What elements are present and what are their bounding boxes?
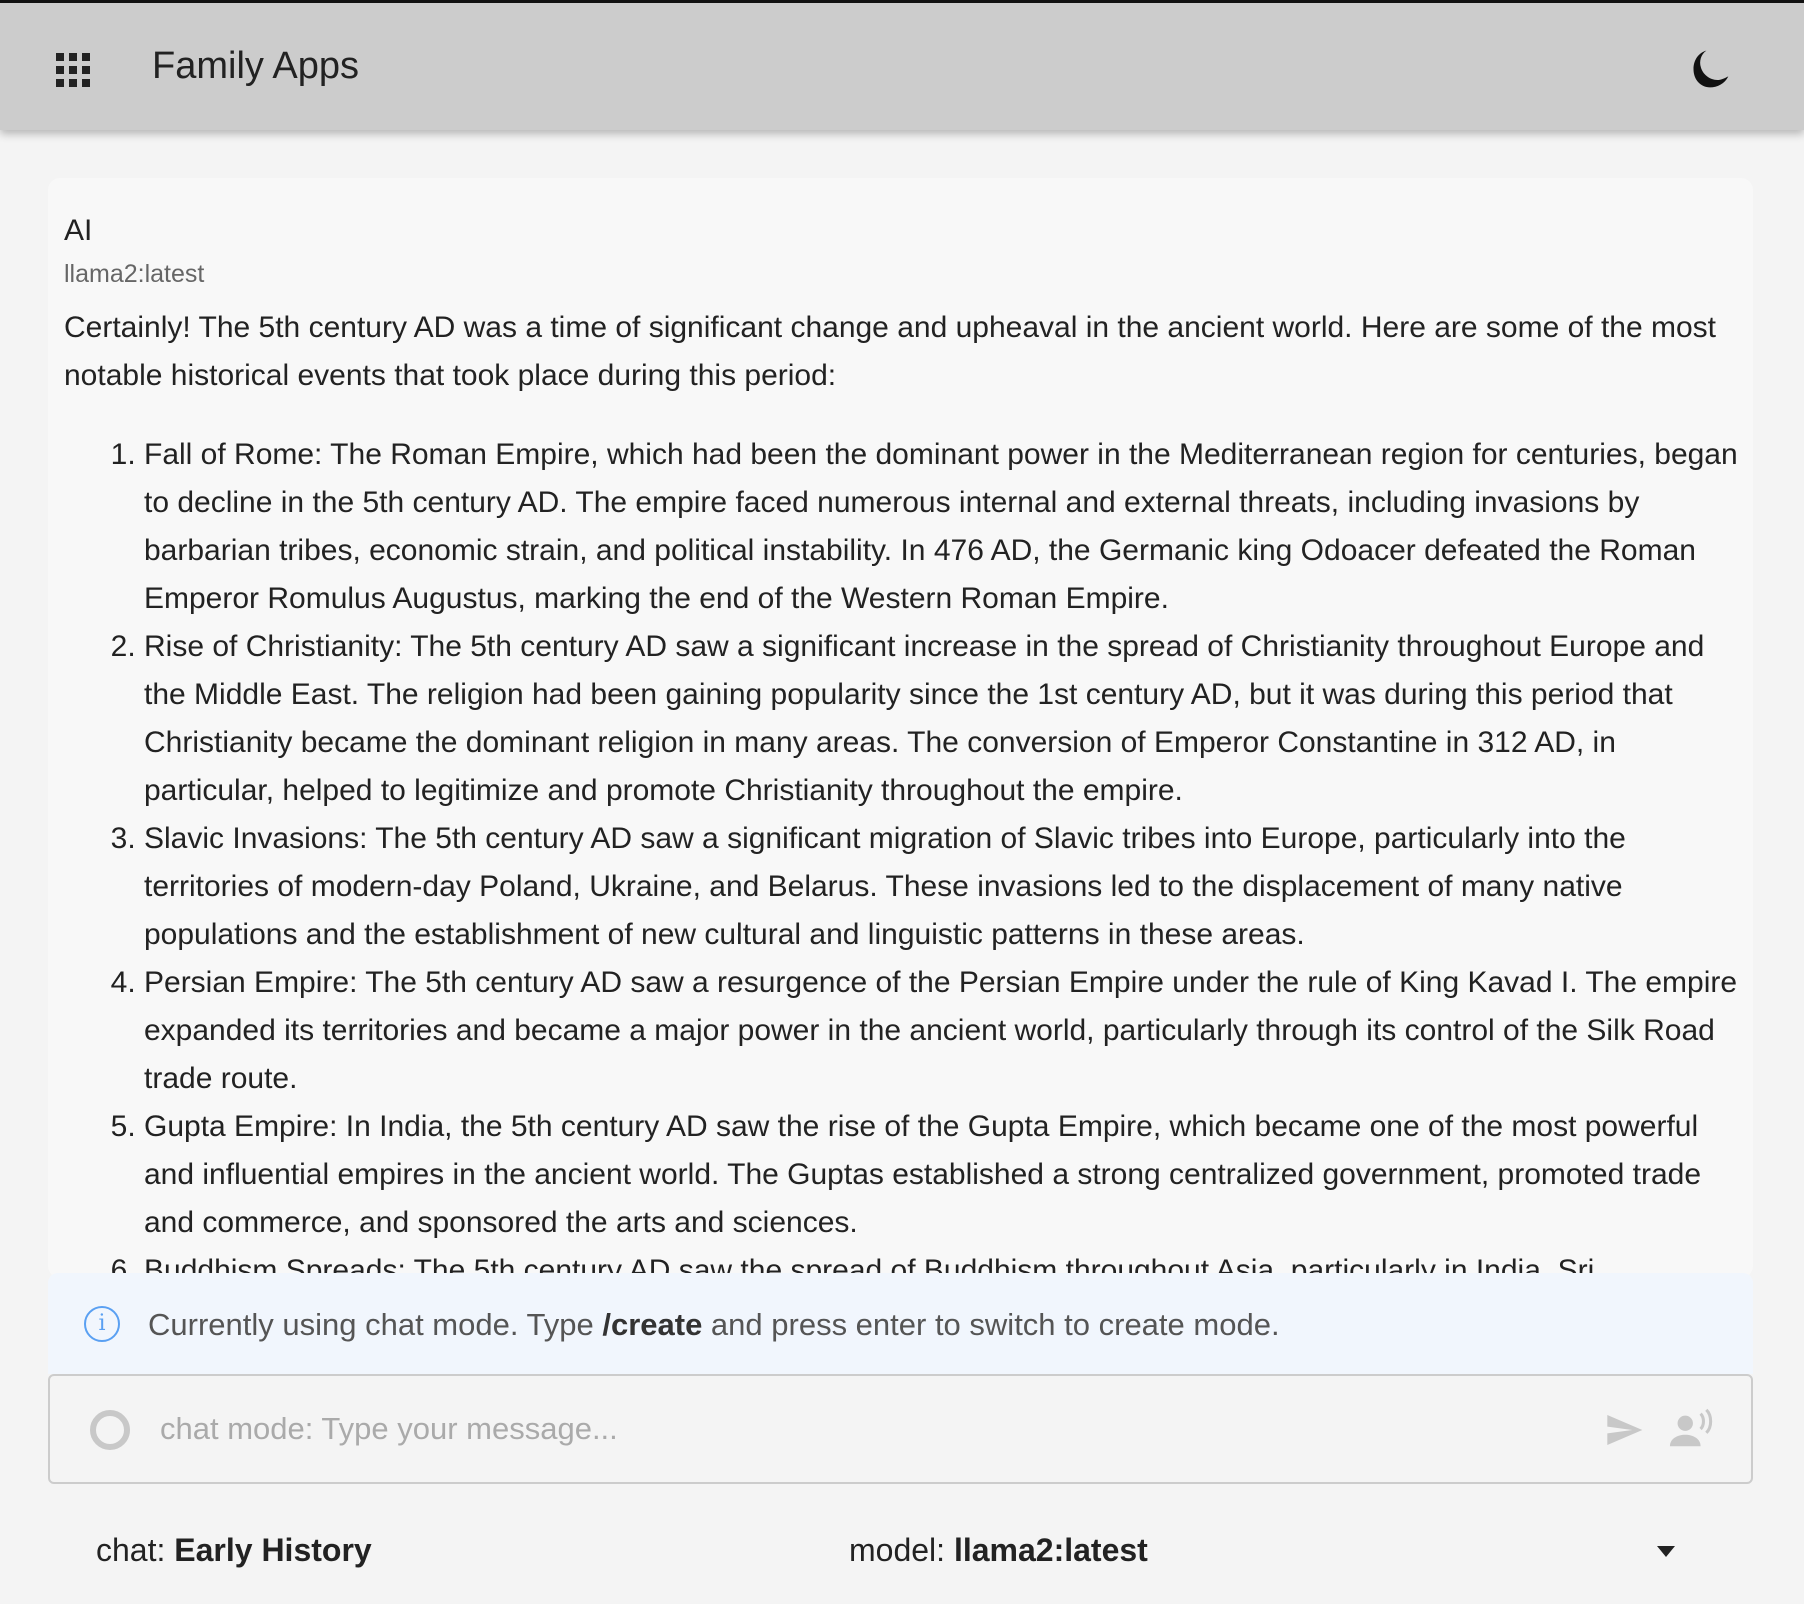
send-icon[interactable]	[1602, 1410, 1646, 1450]
mode-info-banner: i Currently using chat mode. Type /creat…	[48, 1273, 1753, 1374]
chevron-down-icon[interactable]	[1657, 1546, 1675, 1557]
footer-bar: chat: Early History model: llama2:latest	[48, 1484, 1753, 1604]
apps-grid-icon[interactable]	[56, 53, 90, 87]
message-sender: AI	[64, 214, 93, 247]
list-item: Slavic Invasions: The 5th century AD saw…	[144, 815, 1744, 959]
message-model: llama2:latest	[64, 260, 205, 288]
model-selector[interactable]: model: llama2:latest	[849, 1532, 1148, 1569]
camera-aperture-icon[interactable]	[90, 1410, 130, 1450]
event-list: Fall of Rome: The Roman Empire, which ha…	[64, 431, 1744, 1278]
info-icon: i	[84, 1306, 120, 1342]
info-text: Currently using chat mode. Type /create …	[148, 1307, 1280, 1342]
message-body: Certainly! The 5th century AD was a time…	[64, 304, 1744, 1278]
list-item: Gupta Empire: In India, the 5th century …	[144, 1103, 1744, 1247]
list-item: Fall of Rome: The Roman Empire, which ha…	[144, 431, 1744, 623]
moon-icon[interactable]	[1688, 47, 1732, 91]
message-intro: Certainly! The 5th century AD was a time…	[64, 311, 1717, 392]
chat-selector[interactable]: chat: Early History	[96, 1532, 372, 1569]
list-item: Persian Empire: The 5th century AD saw a…	[144, 959, 1744, 1103]
top-app-bar: Family Apps	[0, 0, 1804, 130]
list-item: Rise of Christianity: The 5th century AD…	[144, 623, 1744, 815]
voice-icon[interactable]	[1668, 1406, 1714, 1452]
message-composer	[48, 1374, 1753, 1484]
app-title: Family Apps	[152, 45, 359, 87]
message-input[interactable]	[160, 1404, 1610, 1454]
ai-message-card: AI llama2:latest Certainly! The 5th cent…	[48, 178, 1753, 1278]
